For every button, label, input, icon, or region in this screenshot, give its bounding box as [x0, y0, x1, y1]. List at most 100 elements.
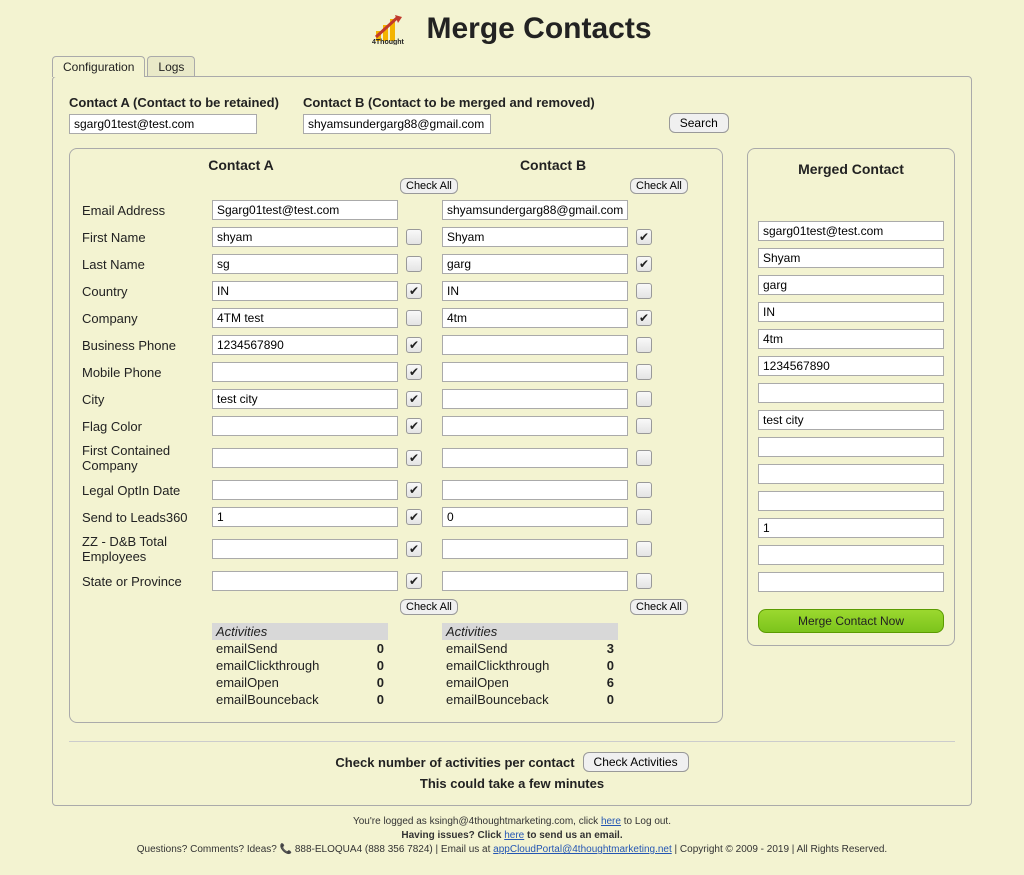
field-a-checkbox[interactable]: [406, 364, 422, 380]
field-b-input[interactable]: [442, 480, 628, 500]
merged-field-input[interactable]: [758, 329, 944, 349]
field-a-checkbox[interactable]: [406, 418, 422, 434]
issues-link[interactable]: here: [504, 830, 524, 841]
field-a-checkbox[interactable]: [406, 229, 422, 245]
check-all-a-top[interactable]: Check All: [400, 178, 458, 194]
field-b-input[interactable]: [442, 416, 628, 436]
field-a-input[interactable]: [212, 254, 398, 274]
field-b-checkbox[interactable]: [636, 450, 652, 466]
field-label: Country: [82, 284, 212, 299]
field-a-checkbox[interactable]: [406, 283, 422, 299]
field-a-input[interactable]: [212, 335, 398, 355]
field-b-input[interactable]: [442, 254, 628, 274]
field-b-checkbox[interactable]: [636, 310, 652, 326]
field-a-input[interactable]: [212, 507, 398, 527]
field-b-input[interactable]: [442, 200, 628, 220]
field-a-input[interactable]: [212, 362, 398, 382]
field-b-input[interactable]: [442, 539, 628, 559]
field-label: Send to Leads360: [82, 510, 212, 525]
field-a-checkbox[interactable]: [406, 337, 422, 353]
merged-field-input[interactable]: [758, 275, 944, 295]
field-label: State or Province: [82, 574, 212, 589]
logout-link[interactable]: here: [601, 816, 621, 827]
support-email-link[interactable]: appCloudPortal@4thoughtmarketing.net: [493, 844, 672, 855]
check-all-a-bottom[interactable]: Check All: [400, 599, 458, 615]
field-b-checkbox[interactable]: [636, 229, 652, 245]
field-b-checkbox[interactable]: [636, 573, 652, 589]
tab-logs[interactable]: Logs: [147, 56, 195, 77]
merged-field-input[interactable]: [758, 491, 944, 511]
field-b-checkbox[interactable]: [636, 391, 652, 407]
field-a-input[interactable]: [212, 200, 398, 220]
field-b-input[interactable]: [442, 308, 628, 328]
activity-name: emailSend: [446, 641, 507, 656]
field-a-input[interactable]: [212, 448, 398, 468]
merged-field-input[interactable]: [758, 410, 944, 430]
field-a-checkbox[interactable]: [406, 541, 422, 557]
field-label: First Name: [82, 230, 212, 245]
field-a-input[interactable]: [212, 539, 398, 559]
check-all-b-bottom[interactable]: Check All: [630, 599, 688, 615]
field-b-input[interactable]: [442, 507, 628, 527]
field-a-checkbox[interactable]: [406, 482, 422, 498]
merged-field-input[interactable]: [758, 545, 944, 565]
merged-field-input[interactable]: [758, 464, 944, 484]
field-a-input[interactable]: [212, 389, 398, 409]
field-a-checkbox[interactable]: [406, 450, 422, 466]
tab-configuration[interactable]: Configuration: [52, 56, 145, 77]
merged-field-input[interactable]: [758, 572, 944, 592]
field-b-input[interactable]: [442, 448, 628, 468]
field-b-checkbox[interactable]: [636, 509, 652, 525]
field-label: Company: [82, 311, 212, 326]
field-a-input[interactable]: [212, 416, 398, 436]
field-b-input[interactable]: [442, 227, 628, 247]
merged-field-input[interactable]: [758, 221, 944, 241]
field-b-input[interactable]: [442, 389, 628, 409]
field-b-checkbox[interactable]: [636, 482, 652, 498]
logo-icon: 4Thought: [372, 13, 416, 45]
input-contact-b[interactable]: [303, 114, 491, 134]
merged-field-input[interactable]: [758, 302, 944, 322]
field-b-input[interactable]: [442, 281, 628, 301]
activity-name: emailBounceback: [446, 692, 549, 707]
field-b-checkbox[interactable]: [636, 364, 652, 380]
merged-field-input[interactable]: [758, 248, 944, 268]
merged-field-input[interactable]: [758, 383, 944, 403]
activity-name: emailSend: [216, 641, 277, 656]
field-a-input[interactable]: [212, 571, 398, 591]
field-label: Last Name: [82, 257, 212, 272]
field-b-checkbox[interactable]: [636, 337, 652, 353]
field-a-input[interactable]: [212, 281, 398, 301]
field-a-checkbox[interactable]: [406, 391, 422, 407]
check-all-b-top[interactable]: Check All: [630, 178, 688, 194]
merge-contact-button[interactable]: Merge Contact Now: [758, 609, 944, 633]
field-a-input[interactable]: [212, 227, 398, 247]
activity-name: emailBounceback: [216, 692, 319, 707]
input-contact-a[interactable]: [69, 114, 257, 134]
merged-field-input[interactable]: [758, 518, 944, 538]
field-a-input[interactable]: [212, 480, 398, 500]
check-activities-button[interactable]: Check Activities: [583, 752, 689, 772]
activities-b-header: Activities: [442, 623, 618, 640]
field-label: First Contained Company: [82, 443, 212, 473]
field-a-checkbox[interactable]: [406, 310, 422, 326]
merged-field-input[interactable]: [758, 356, 944, 376]
field-b-input[interactable]: [442, 335, 628, 355]
field-b-checkbox[interactable]: [636, 256, 652, 272]
field-b-input[interactable]: [442, 571, 628, 591]
field-label: Mobile Phone: [82, 365, 212, 380]
activity-value: 0: [377, 692, 384, 707]
field-b-checkbox[interactable]: [636, 283, 652, 299]
field-a-checkbox[interactable]: [406, 256, 422, 272]
activity-value: 0: [607, 658, 614, 673]
activity-name: emailOpen: [216, 675, 279, 690]
phone-icon: 📞: [280, 844, 292, 855]
field-b-checkbox[interactable]: [636, 418, 652, 434]
field-b-checkbox[interactable]: [636, 541, 652, 557]
search-button[interactable]: Search: [669, 113, 729, 133]
field-a-checkbox[interactable]: [406, 509, 422, 525]
field-b-input[interactable]: [442, 362, 628, 382]
field-a-input[interactable]: [212, 308, 398, 328]
field-a-checkbox[interactable]: [406, 573, 422, 589]
merged-field-input[interactable]: [758, 437, 944, 457]
